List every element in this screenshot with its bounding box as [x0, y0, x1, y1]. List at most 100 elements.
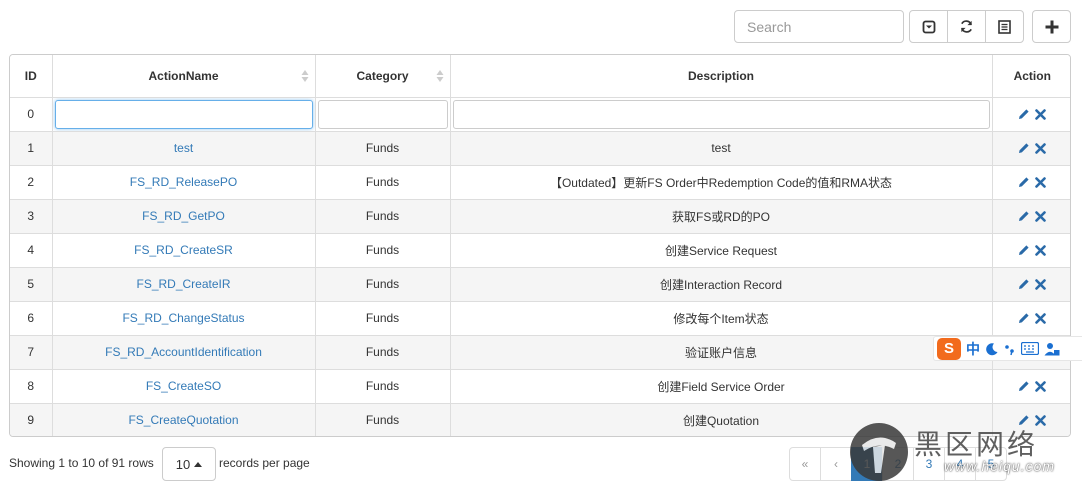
- row-description: 验证账户信息: [449, 334, 993, 370]
- table-row: 5 FS_RD_CreateIR Funds 创建Interaction Record: [10, 266, 1070, 302]
- columns-button[interactable]: [985, 10, 1024, 43]
- row-actions: [991, 198, 1070, 234]
- delete-icon[interactable]: [1035, 380, 1047, 392]
- table-row: 7 FS_RD_AccountIdentification Funds 验证账户信息: [10, 334, 1070, 370]
- edit-icon[interactable]: [1018, 312, 1030, 324]
- page-button-5[interactable]: 5: [975, 447, 1007, 481]
- page-button-1[interactable]: 1: [851, 447, 883, 481]
- column-header-actionname-label: ActionName: [148, 68, 219, 83]
- row-id: 2: [10, 164, 53, 200]
- row-id: 7: [10, 334, 53, 370]
- row-category: Funds: [314, 130, 451, 166]
- plus-icon: [1045, 20, 1058, 33]
- action-name-link[interactable]: FS_RD_CreateSR: [51, 232, 316, 268]
- filter-row: 0: [10, 96, 1070, 132]
- row-id: 9: [10, 402, 53, 436]
- row-actions: [991, 402, 1070, 436]
- delete-icon[interactable]: [1035, 210, 1047, 222]
- row-description: 创建Field Service Order: [449, 368, 993, 404]
- row-category: Funds: [314, 334, 451, 370]
- toggle-pagination-button[interactable]: [909, 10, 948, 43]
- column-header-actionname[interactable]: ActionName: [51, 55, 316, 98]
- ime-chinese-mode[interactable]: 中: [966, 339, 980, 359]
- row-actions: [991, 368, 1070, 404]
- filter-cell-category: [314, 96, 451, 132]
- action-name-link[interactable]: FS_RD_CreateIR: [51, 266, 316, 302]
- page-size-value: 10: [175, 456, 191, 472]
- records-per-page-label: records per page: [219, 456, 310, 470]
- page-button-3[interactable]: 3: [913, 447, 945, 481]
- row-description: 获取FS或RD的PO: [449, 198, 993, 234]
- delete-icon[interactable]: [1035, 278, 1047, 290]
- page-button-4[interactable]: 4: [944, 447, 976, 481]
- action-name-link[interactable]: FS_CreateSO: [51, 368, 316, 404]
- row-description: test: [449, 130, 993, 166]
- filter-cell-actionname: [51, 96, 316, 132]
- sogou-logo-icon: S: [937, 337, 961, 360]
- edit-icon[interactable]: [1018, 176, 1030, 188]
- page-button-2[interactable]: 2: [882, 447, 914, 481]
- action-name-link[interactable]: test: [51, 130, 316, 166]
- edit-icon[interactable]: [1018, 142, 1030, 154]
- search-input[interactable]: [734, 10, 904, 43]
- action-name-link[interactable]: FS_RD_ChangeStatus: [51, 300, 316, 336]
- row-description: 【Outdated】更新FS Order中Redemption Code的值和R…: [449, 164, 993, 200]
- delete-icon[interactable]: [1035, 414, 1047, 426]
- delete-icon[interactable]: [1035, 176, 1047, 188]
- delete-icon[interactable]: [1035, 244, 1047, 256]
- sort-icon: [301, 70, 308, 82]
- description-filter-input[interactable]: [452, 99, 990, 129]
- row-actions: [991, 232, 1070, 268]
- edit-icon[interactable]: [1018, 244, 1030, 256]
- refresh-icon: [961, 20, 972, 33]
- action-name-link[interactable]: FS_RD_AccountIdentification: [51, 334, 316, 370]
- column-header-id: ID: [10, 55, 53, 98]
- row-id: 4: [10, 232, 53, 268]
- action-name-link[interactable]: FS_RD_GetPO: [51, 198, 316, 234]
- punctuation-icon[interactable]: [1004, 342, 1016, 356]
- row-category: Funds: [314, 300, 451, 336]
- first-page-button[interactable]: «: [789, 447, 821, 481]
- category-filter-input[interactable]: [317, 99, 448, 129]
- moon-icon[interactable]: [985, 342, 999, 356]
- row-id: 3: [10, 198, 53, 234]
- sort-icon: [436, 70, 443, 82]
- row-id: 8: [10, 368, 53, 404]
- table-row: 8 FS_CreateSO Funds 创建Field Service Order: [10, 368, 1070, 404]
- table-row: 9 FS_CreateQuotation Funds 创建Quotation: [10, 402, 1070, 436]
- ime-toolbar[interactable]: S 中: [933, 336, 1082, 361]
- pagination-info: Showing 1 to 10 of 91 rows: [9, 456, 154, 470]
- prev-page-button[interactable]: ‹: [820, 447, 852, 481]
- caret-up-icon: [194, 461, 203, 467]
- row-category: Funds: [314, 232, 451, 268]
- actionname-filter-input[interactable]: [54, 99, 313, 129]
- delete-icon[interactable]: [1035, 142, 1047, 154]
- row-id: 5: [10, 266, 53, 302]
- delete-icon[interactable]: [1035, 108, 1047, 120]
- table-row: 3 FS_RD_GetPO Funds 获取FS或RD的PO: [10, 198, 1070, 234]
- action-name-link[interactable]: FS_RD_ReleasePO: [51, 164, 316, 200]
- toolbar-button-group: [909, 10, 1024, 43]
- filter-row-actions: [991, 96, 1070, 132]
- keyboard-icon[interactable]: [1021, 342, 1039, 355]
- row-category: Funds: [314, 402, 451, 436]
- row-category: Funds: [314, 368, 451, 404]
- row-actions: [991, 130, 1070, 166]
- row-description: 创建Service Request: [449, 232, 993, 268]
- delete-icon[interactable]: [1035, 312, 1047, 324]
- row-category: Funds: [314, 164, 451, 200]
- edit-icon[interactable]: [1018, 278, 1030, 290]
- page-size-dropdown[interactable]: 10: [162, 447, 216, 481]
- filter-cell-description: [449, 96, 993, 132]
- row-description: 创建Interaction Record: [449, 266, 993, 302]
- edit-icon[interactable]: [1018, 210, 1030, 222]
- row-category: Funds: [314, 198, 451, 234]
- edit-icon[interactable]: [1018, 414, 1030, 426]
- action-name-link[interactable]: FS_CreateQuotation: [51, 402, 316, 436]
- add-button[interactable]: [1032, 10, 1071, 43]
- edit-icon[interactable]: [1018, 108, 1030, 120]
- column-header-category[interactable]: Category: [314, 55, 451, 98]
- edit-icon[interactable]: [1018, 380, 1030, 392]
- refresh-button[interactable]: [947, 10, 986, 43]
- user-settings-icon[interactable]: [1044, 342, 1060, 356]
